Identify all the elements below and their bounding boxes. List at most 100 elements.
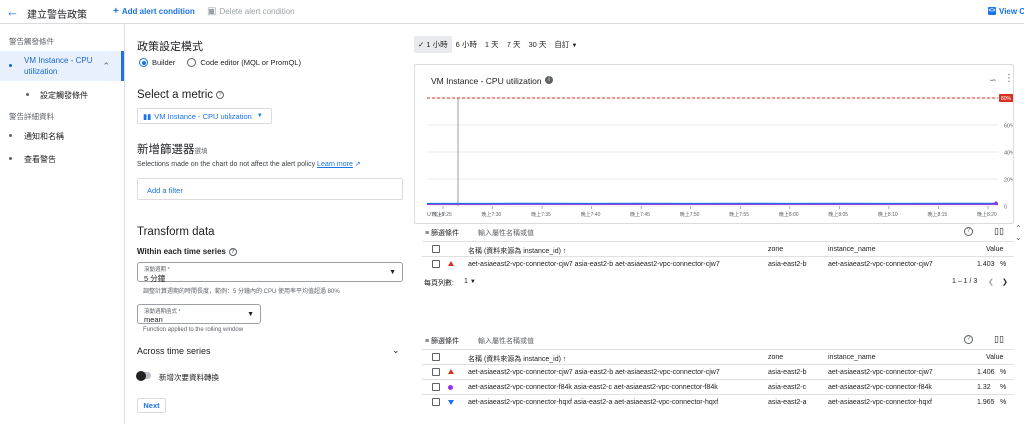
dropdown-arrow-icon: ▼ [389,269,396,276]
dropdown-arrow-icon: ▼ [247,311,254,318]
table-row[interactable]: aet-asiaeast2-vpc-connector-f84k asia-ea… [422,379,1014,394]
next-button[interactable]: Next [137,398,166,413]
series-endpoint [994,201,998,206]
across-series-header[interactable]: Across time series [137,346,211,356]
nav-item-trigger[interactable]: 設定觸發條件 [0,89,124,101]
filter-icon: ≡ [425,230,430,237]
rows-per-page-select[interactable]: 1 ▼ [464,278,476,285]
y-tick-label: 40% [1004,151,1013,157]
dropdown-arrow-icon: ▼ [469,279,476,285]
y-tick-label: 0 [1004,205,1007,211]
select-all-checkbox[interactable] [432,353,440,361]
time-range-6h[interactable]: 6 小時 [452,36,481,53]
col-instance-name[interactable]: instance_name [828,354,875,361]
delete-alert-condition-button[interactable]: ▣ Delete alert condition [207,5,295,17]
row-checkbox[interactable] [432,398,440,406]
table-row[interactable]: aet-asiaeast2-vpc-connector-hqxf asia-ea… [422,394,1014,409]
col-name[interactable]: 名稱 (資料來源為 instance_id) ↑ [468,354,566,364]
row-checkbox[interactable] [432,368,440,376]
table-row[interactable]: aet-asiaeast2-vpc-connector-cjw7 asia-ea… [422,364,1014,379]
col-name[interactable]: 名稱 (資料來源為 instance_id) ↑ [468,246,566,256]
time-range-30d[interactable]: 30 天 [524,36,550,53]
x-tick-label: 晚上7:55 [729,211,749,218]
series-marker-icon [448,385,453,390]
page-title: 建立警告政策 [27,10,87,21]
chevron-down-icon[interactable]: ⌄ [392,345,400,356]
row-checkbox[interactable] [432,383,440,391]
time-range-7d[interactable]: 7 天 [503,36,525,53]
x-tick-label: 晚上7:35 [531,211,551,218]
help-icon[interactable]: ? [964,335,973,344]
y-tick-label: 20% [1004,178,1013,184]
time-range-1h[interactable]: ✓ 1 小時 [414,36,452,53]
next-page-icon[interactable]: ❯ [1002,278,1008,286]
add-alert-condition-button[interactable]: + Add alert condition [113,6,195,16]
nav-section-details: 警告詳細資料 [9,112,54,121]
time-range-1d[interactable]: 1 天 [481,36,503,53]
columns-icon[interactable]: ▯▯ [994,334,1004,345]
nav-item-condition[interactable]: VM Instance - CPU utilization ⌃ [0,51,124,81]
bar-chart-icon: ▮▮ [143,111,152,121]
help-icon[interactable]: ? [216,90,225,99]
chevron-up-icon[interactable]: ⌃ [102,61,110,72]
secondary-transform-label: 新增次要資料轉換 [159,373,219,382]
table-row[interactable]: aet-asiaeast2-vpc-connector-cjw7 asia-ea… [422,256,1014,271]
time-range-custom[interactable]: 自訂 ▼ [550,36,581,53]
left-nav: 警告觸發條件 VM Instance - CPU utilization ⌃ 設… [0,25,125,424]
col-instance-name[interactable]: instance_name [828,246,875,253]
x-tick-label: 晚上8:20 [977,211,997,218]
dropdown-arrow-icon: ▼ [256,113,263,119]
x-tick-label: 晚上8:00 [779,211,799,218]
filter-title: 新增篩選器選填 [137,144,208,156]
learn-more-link[interactable]: Learn more [317,161,353,168]
col-value[interactable]: Value [986,246,1003,253]
series-marker-icon [448,400,454,405]
top-bar: ← 建立警告政策 + Add alert condition ▣ Delete … [0,0,1024,24]
add-filter-button[interactable]: Add a filter [147,186,183,195]
view-code-button[interactable]: <> View C [988,7,1024,16]
table-toolbar: ≡ 篩選條件 輸入屬性名稱或值 ? ▯▯ [422,224,1014,240]
more-vert-icon[interactable]: ⋮ [1004,73,1014,84]
add-filter-box[interactable]: Add a filter [137,178,403,200]
info-icon[interactable]: i [545,76,553,84]
columns-icon[interactable]: ▯▯ [994,226,1004,237]
filter-input[interactable]: 輸入屬性名稱或值 [478,228,534,238]
select-all-checkbox[interactable] [432,245,440,253]
legend-table-1: ≡ 篩選條件 輸入屬性名稱或值 ? ▯▯ 名稱 (資料來源為 instance_… [422,224,1014,290]
nav-item-review[interactable]: 查看警告 [0,153,124,165]
mode-title: 政策設定模式 [137,41,203,53]
transform-title: Transform data [137,226,215,238]
x-tick-label: 晚上7:30 [482,211,502,218]
col-zone[interactable]: zone [768,354,783,361]
col-zone[interactable]: zone [768,246,783,253]
back-arrow-icon[interactable]: ← [6,5,20,19]
side-panel-chevron-icon[interactable]: ⌃ ⌄ [1015,224,1022,242]
sort-arrow-icon: ↑ [562,356,567,363]
trash-icon: ▣ [207,5,217,17]
prev-page-icon[interactable]: ❮ [988,278,994,286]
y-tick-label: 60% [1004,124,1013,130]
chart-card: VM Instance - CPU utilization i ∽ ⋮ 0 20%… [414,64,1014,224]
rolling-function-hint: Function applied to the rolling window [143,327,244,333]
filter-label[interactable]: ≡ 篩選條件 [425,336,459,346]
secondary-transform-toggle[interactable] [136,370,151,381]
x-tick-label: 晚上7:50 [680,211,700,218]
filter-label[interactable]: ≡ 篩選條件 [425,228,459,238]
filter-input[interactable]: 輸入屬性名稱或值 [478,336,534,346]
row-checkbox[interactable] [432,260,440,268]
chart-plot[interactable]: 020%40%60%80%UTC+8晚上7:25晚上7:30晚上7:35晚上7:… [415,90,1013,223]
table-pager: 每頁列數: 1 ▼ 1 – 1 / 3 ❮ ❯ [424,278,1008,287]
help-icon[interactable]: ? [964,227,973,236]
code-editor-radio[interactable] [187,58,197,67]
select-metric-title: Select a metric? [137,89,225,101]
col-value[interactable]: Value [986,354,1003,361]
builder-radio[interactable] [139,58,148,67]
chart-tools-icon[interactable]: ∽ [989,75,997,86]
help-icon[interactable]: ? [228,247,237,256]
rolling-window-select[interactable]: 滾動週期 * 5 分鐘 ▼ [137,262,403,283]
sort-arrow-icon: ↑ [562,248,567,255]
rolling-function-select[interactable]: 滾動週期函式 * mean ▼ [137,304,261,324]
x-tick-label: 晚上7:25 [432,211,452,218]
metric-selector-button[interactable]: ▮▮ VM Instance - CPU utilization ▼ [137,108,272,124]
nav-item-notify[interactable]: 通知和名稱 [0,130,124,142]
